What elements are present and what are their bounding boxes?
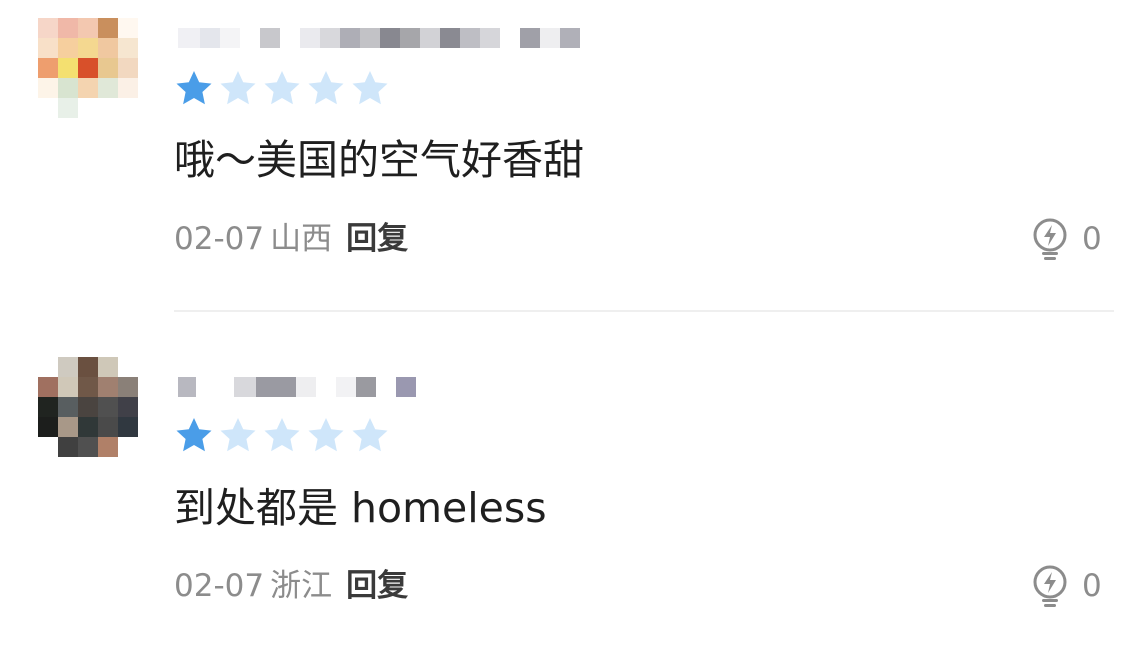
star-empty-icon: [308, 71, 344, 105]
comment-text: 到处都是 homeless: [174, 484, 547, 532]
like-button[interactable]: 0: [1030, 564, 1102, 608]
comment-location: 山西: [270, 221, 333, 257]
star-empty-icon: [352, 418, 388, 452]
comment-meta: 02-07 浙江 回复: [174, 566, 408, 606]
star-empty-icon: [264, 71, 300, 105]
star-rating: [174, 68, 390, 108]
star-empty-icon: [264, 418, 300, 452]
username-pixelated[interactable]: [178, 367, 416, 407]
star-filled-icon: [176, 71, 212, 105]
star-filled-icon: [176, 418, 212, 452]
star-empty-icon: [220, 71, 256, 105]
comment-text: 哦～美国的空气好香甜: [174, 136, 584, 184]
reply-button[interactable]: 回复: [346, 221, 408, 257]
avatar[interactable]: [38, 18, 138, 118]
like-button[interactable]: 0: [1030, 217, 1102, 261]
lightbulb-icon: [1033, 218, 1067, 260]
like-count: 0: [1082, 568, 1102, 604]
divider: [174, 310, 1114, 312]
star-empty-icon: [220, 418, 256, 452]
star-empty-icon: [352, 71, 388, 105]
comment-date: 02-07: [174, 568, 265, 604]
avatar[interactable]: [38, 357, 138, 457]
lightbulb-icon: [1033, 565, 1067, 607]
comment-meta: 02-07 山西 回复: [174, 219, 408, 259]
star-rating: [174, 415, 390, 455]
like-count: 0: [1082, 221, 1102, 257]
reply-button[interactable]: 回复: [346, 568, 408, 604]
star-empty-icon: [308, 418, 344, 452]
comment-location: 浙江: [270, 568, 333, 604]
username-pixelated[interactable]: [178, 18, 580, 58]
comment-date: 02-07: [174, 221, 265, 257]
